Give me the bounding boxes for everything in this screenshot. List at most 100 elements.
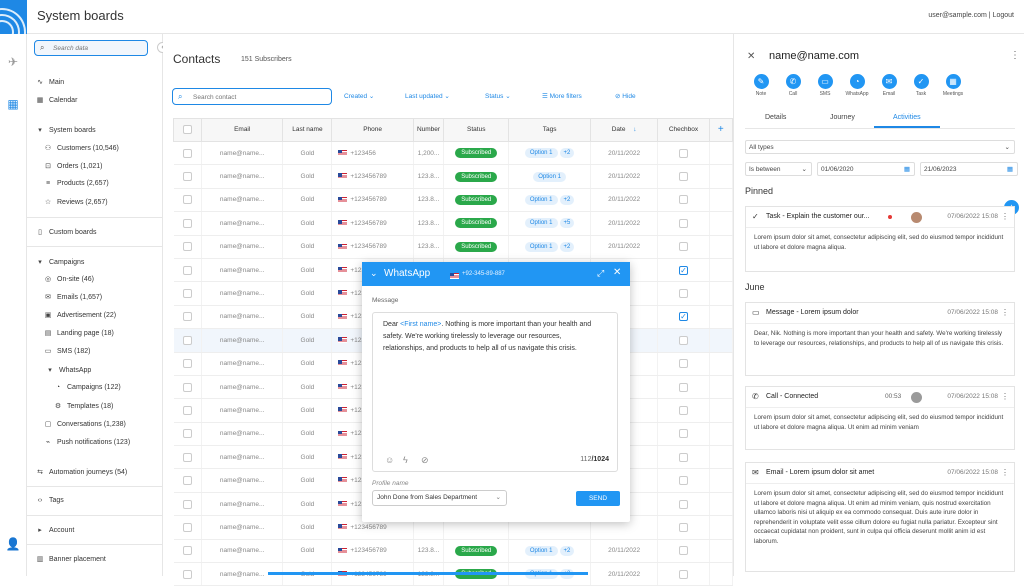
cell-checkbox[interactable] [657,539,710,564]
row-checkbox[interactable] [182,429,192,439]
contact-search[interactable]: ⌕ [172,88,332,105]
col-number[interactable]: Number [412,118,445,142]
activity-card-task[interactable]: ✓ Task - Explain the customer our... 07/… [745,206,1015,272]
sidebar-item-21[interactable]: ▸ Account [35,526,74,534]
profile-select[interactable]: John Done from Sales Department ⌄ [372,490,507,506]
row-checkbox[interactable] [182,218,192,228]
row-checkbox[interactable] [182,312,192,322]
tab-activities[interactable]: Activities [893,114,921,121]
date-from-input[interactable]: 01/06/2020 ▦ [817,162,915,176]
row-flag-checkbox[interactable] [679,148,688,158]
more-icon[interactable]: ⋮ [1010,50,1020,61]
sidebar-item-10[interactable]: ✉ Emails (1,657) [43,293,102,301]
row-flag-checkbox[interactable] [679,499,688,509]
cell-checkbox[interactable] [657,188,710,213]
sidebar-item-7[interactable]: ▯ Custom boards [35,228,96,236]
send-button[interactable]: SEND [576,491,620,506]
row-select[interactable] [173,211,202,236]
col-last-name[interactable]: Last name [282,118,333,142]
table-row[interactable]: name@name...Gold+123456789123.8... Subscr… [173,211,734,236]
meetings-action-button[interactable]: ▦ Meetings [939,74,967,97]
row-select[interactable] [173,422,202,447]
sidebar-search[interactable]: ⌕ [34,40,148,56]
row-select[interactable] [173,188,202,213]
emoji-icon[interactable]: ☺ [385,455,394,465]
row-flag-checkbox[interactable] [679,172,688,182]
col-status[interactable]: Status [443,118,510,142]
row-select[interactable] [173,164,202,189]
sidebar-item-18[interactable]: ⌁ Push notifications (123) [43,438,130,446]
row-select[interactable] [173,281,202,306]
table-row[interactable]: name@name...Gold+123456789123.8... Subscr… [173,539,734,564]
row-select[interactable] [173,492,202,517]
row-select[interactable] [173,562,202,586]
expand-icon[interactable]: ⤢ [597,268,604,279]
row-checkbox[interactable] [182,452,192,462]
attachment-icon[interactable]: ⊘ [421,455,429,466]
table-row[interactable]: name@name...Gold+123456789123.8... Subscr… [173,188,734,213]
row-flag-checkbox[interactable] [679,195,688,205]
row-checkbox[interactable] [182,546,192,556]
row-flag-checkbox[interactable] [679,382,688,392]
sidebar-search-input[interactable] [53,43,143,53]
hide-button[interactable]: ⊘ Hide [615,92,636,100]
horizontal-scrollbar[interactable] [268,572,588,575]
cell-checkbox[interactable] [657,398,710,423]
row-flag-checkbox[interactable] [679,265,688,275]
row-checkbox[interactable] [182,148,192,158]
cell-checkbox[interactable] [657,422,710,447]
boards-icon[interactable]: ▦ [5,96,21,112]
date-operator-select[interactable]: Is between ⌄ [745,162,812,176]
cell-checkbox[interactable] [657,305,710,330]
message-text[interactable]: Dear <First name>. Nothing is more impor… [383,319,603,355]
row-checkbox[interactable] [182,359,192,369]
sidebar-item-8[interactable]: ▾ Campaigns [35,258,84,266]
row-flag-checkbox[interactable] [679,218,688,228]
row-checkbox[interactable] [182,335,192,345]
row-flag-checkbox[interactable] [679,405,688,415]
row-select[interactable] [173,445,202,470]
table-row[interactable]: name@name...Gold+123456789123.8... Subscr… [173,235,734,259]
row-select[interactable] [173,258,202,283]
user-icon[interactable]: 👤 [5,536,21,552]
contact-search-input[interactable] [193,92,323,102]
row-checkbox[interactable] [182,476,192,486]
row-flag-checkbox[interactable] [679,335,688,345]
megaphone-icon[interactable]: ✈ [5,54,21,70]
row-select[interactable] [173,539,202,564]
cell-checkbox[interactable] [657,445,710,470]
row-flag-checkbox[interactable] [679,312,688,322]
chevron-down-icon[interactable]: ⌄ [370,268,378,279]
row-checkbox[interactable] [182,405,192,415]
row-select[interactable] [173,141,202,166]
select-all-checkbox[interactable] [182,125,192,135]
table-row[interactable]: name@name...Gold+123456789123.8... Subscr… [173,164,734,189]
sidebar-item-3[interactable]: ⚇ Customers (10,546) [43,144,119,152]
lightning-icon[interactable]: ϟ [403,455,408,465]
cell-checkbox[interactable] [657,235,710,259]
sidebar-item-11[interactable]: ▣ Advertisement (22) [43,311,116,319]
row-checkbox[interactable] [182,242,192,252]
sidebar-item-15[interactable]: ◔ Campaigns (122) [53,384,121,391]
logout-link[interactable]: Logout [993,12,1014,19]
col-phone[interactable]: Phone [331,118,414,142]
row-checkbox[interactable] [182,522,192,532]
sidebar-item-13[interactable]: ▭ SMS (182) [43,347,91,355]
row-checkbox[interactable] [182,172,192,182]
call-action-button[interactable]: ✆ Call [779,74,807,97]
activity-card-email[interactable]: ✉ Email - Lorem ipsum dolor sit amet 07/… [745,462,1015,572]
row-checkbox[interactable] [182,499,192,509]
email-action-button[interactable]: ✉ Email [875,74,903,97]
task-action-button[interactable]: ✓ Task [907,74,935,97]
row-checkbox[interactable] [182,195,192,205]
date-to-input[interactable]: 21/06/2023 ▦ [920,162,1018,176]
row-checkbox[interactable] [182,569,192,579]
sidebar-item-9[interactable]: ◎ On-site (46) [43,275,94,283]
more-icon[interactable]: ⋮ [1001,308,1009,317]
filter-created[interactable]: Created ⌄ [344,92,374,100]
sidebar-item-1[interactable]: ▦ Calendar [35,96,78,104]
cell-checkbox[interactable] [657,375,710,400]
row-flag-checkbox[interactable] [679,359,688,369]
tab-journey[interactable]: Journey [830,114,855,121]
cell-checkbox[interactable] [657,515,710,540]
